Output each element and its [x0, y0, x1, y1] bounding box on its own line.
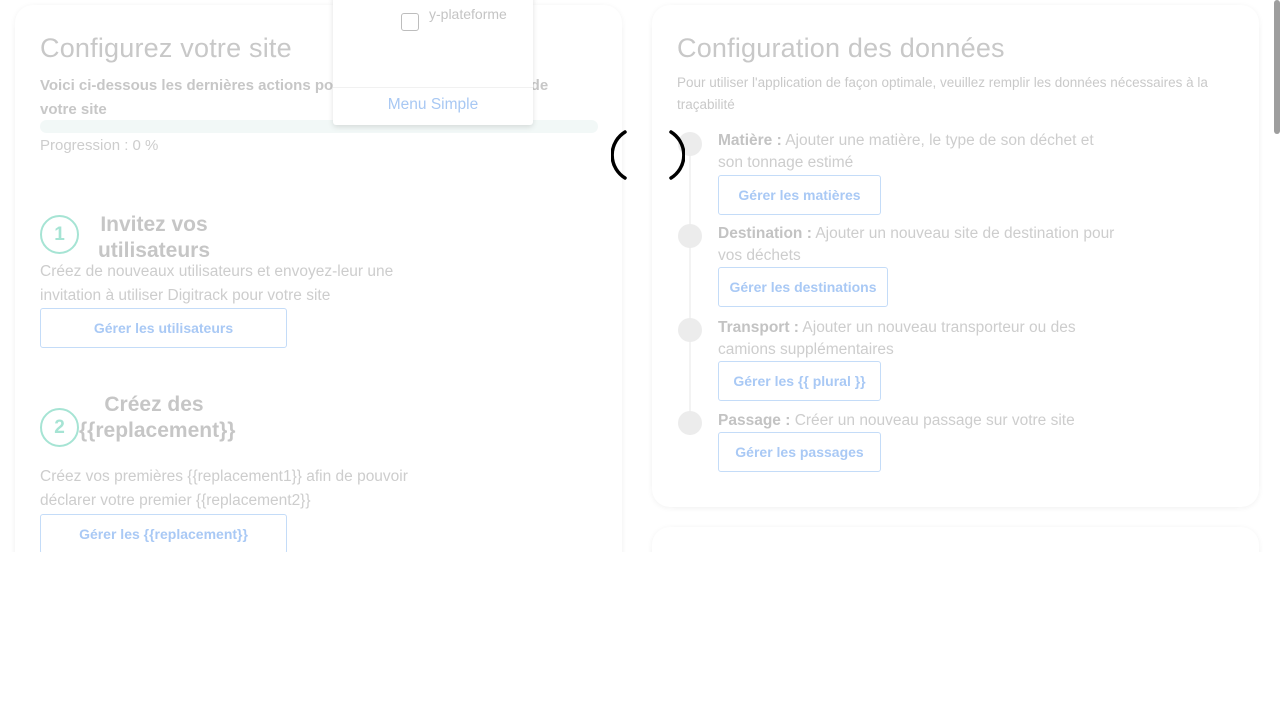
- transport-item: Transport : Ajouter un nouveau transport…: [718, 317, 1118, 361]
- data-config-subtitle: Pour utiliser l'application de façon opt…: [677, 75, 1208, 112]
- checkbox-icon[interactable]: [401, 13, 419, 31]
- manage-replacement-button[interactable]: Gérer les {{replacement}}: [40, 514, 287, 552]
- menu-simple-link[interactable]: Menu Simple: [333, 96, 533, 114]
- passage-text: Créer un nouveau passage sur votre site: [794, 412, 1075, 429]
- step-1-number: 1: [40, 215, 79, 254]
- timeline-dot: [678, 224, 702, 248]
- step-1-title: Invitez vos utilisateurs: [97, 213, 211, 262]
- secondary-card: [652, 527, 1259, 552]
- manage-destinations-button[interactable]: Gérer les destinations: [718, 267, 888, 307]
- manage-materials-button[interactable]: Gérer les matières: [718, 175, 881, 215]
- loading-spinner-icon: [611, 130, 685, 180]
- matiere-item: Matière : Ajouter une matière, le type d…: [718, 130, 1118, 174]
- manage-passages-button[interactable]: Gérer les passages: [718, 432, 881, 472]
- data-config-card: Configuration des données Pour utiliser …: [652, 5, 1259, 507]
- progress-label: Progression : 0 %: [40, 137, 159, 154]
- scrollbar-thumb[interactable]: [1274, 0, 1280, 134]
- step-2-title: Créez des {{replacement}}: [79, 393, 236, 442]
- data-config-title: Configuration des données: [677, 33, 1005, 63]
- viewport: Configurez votre site Voici ci-dessous l…: [0, 0, 1280, 552]
- timeline-dot: [678, 318, 702, 342]
- timeline-line: [689, 145, 691, 435]
- dropdown-menu: y-plateforme Menu Simple: [333, 0, 533, 125]
- step-1-description: Créez de nouveaux utilisateurs et envoye…: [40, 263, 394, 304]
- destination-item: Destination : Ajouter un nouveau site de…: [718, 223, 1118, 267]
- dropdown-divider: [333, 87, 533, 88]
- platform-option-label[interactable]: y-plateforme: [429, 4, 519, 24]
- passage-label: Passage :: [718, 412, 791, 429]
- passage-item: Passage : Créer un nouveau passage sur v…: [718, 410, 1118, 432]
- timeline-dot: [678, 411, 702, 435]
- matiere-label: Matière :: [718, 132, 782, 149]
- transport-label: Transport :: [718, 319, 799, 336]
- step-2-number: 2: [40, 408, 79, 447]
- step-2-description: Créez vos premières {{replacement1}} afi…: [40, 468, 408, 509]
- manage-users-button[interactable]: Gérer les utilisateurs: [40, 308, 287, 348]
- site-setup-title: Configurez votre site: [40, 33, 292, 63]
- destination-label: Destination :: [718, 225, 812, 242]
- manage-transports-button[interactable]: Gérer les {{ plural }}: [718, 361, 881, 401]
